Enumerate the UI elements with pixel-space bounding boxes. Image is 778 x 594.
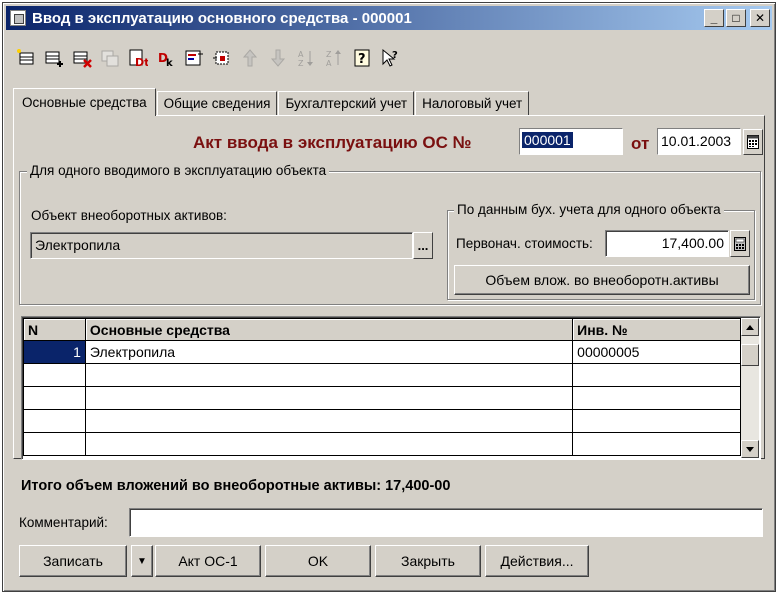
total-investments-text: Итого объем вложений во внеоборотные акт… <box>21 478 451 494</box>
object-group-legend: Для одного вводимого в эксплуатацию объе… <box>27 163 330 178</box>
calculator-icon <box>734 236 746 251</box>
tab-fixed-assets[interactable]: Основные средства <box>13 88 156 116</box>
move-up-icon[interactable] <box>237 45 263 71</box>
copy-row-icon[interactable] <box>97 45 123 71</box>
cell-inv[interactable] <box>572 386 741 410</box>
comment-field[interactable] <box>129 508 763 537</box>
accounting-group-legend: По данным бух. учета для одного объекта <box>454 202 724 217</box>
save-options-dropdown[interactable]: ▼ <box>131 545 153 577</box>
scroll-up-button[interactable] <box>741 318 759 336</box>
column-header-n[interactable]: N <box>23 318 86 341</box>
cell-asset[interactable] <box>84 409 574 433</box>
tab-tax-accounting[interactable]: Налоговый учет <box>415 91 530 115</box>
tab-accounting[interactable]: Бухгалтерский учет <box>278 91 415 115</box>
act-number-field[interactable]: 000001 <box>519 128 623 155</box>
cell-inv[interactable] <box>572 363 741 387</box>
cell-n[interactable]: 1 <box>23 340 86 364</box>
cell-asset[interactable] <box>84 386 574 410</box>
cell-asset[interactable]: Электропила <box>84 340 574 364</box>
table-row[interactable] <box>23 363 741 387</box>
document-icon <box>10 10 26 26</box>
calculator-button[interactable] <box>730 230 750 257</box>
debit-icon[interactable]: Dt <box>125 45 151 71</box>
tab-strip: Основные средства Общие сведения Бухгалт… <box>13 88 530 116</box>
svg-text:Z: Z <box>326 50 332 59</box>
initial-cost-label: Первонач. стоимость: <box>456 236 593 251</box>
cell-n[interactable] <box>23 409 86 433</box>
delete-row-icon[interactable] <box>69 45 95 71</box>
table-row[interactable] <box>23 432 741 456</box>
arrow-up-icon <box>746 324 754 330</box>
act-os1-button[interactable]: Акт ОС-1 <box>155 545 261 577</box>
toolbar: Dt Dk AZ ZA ? ? <box>13 43 403 73</box>
save-button[interactable]: Записать <box>19 545 127 577</box>
initial-cost-field[interactable]: 17,400.00 <box>605 230 729 257</box>
credit-icon[interactable]: Dk <box>153 45 179 71</box>
act-title: Акт ввода в эксплуатацию ОС № <box>193 133 472 152</box>
svg-text:?: ? <box>392 50 398 61</box>
svg-text:Z: Z <box>298 59 304 68</box>
document-window: Ввод в эксплуатацию основного средства -… <box>2 2 776 592</box>
add-row-icon[interactable] <box>41 45 67 71</box>
tab-general-info[interactable]: Общие сведения <box>156 91 278 115</box>
asset-field[interactable]: Электропила <box>30 232 413 259</box>
table-vertical-scrollbar[interactable] <box>741 318 759 458</box>
cell-inv[interactable]: 00000005 <box>572 340 741 364</box>
calendar-icon <box>747 135 759 149</box>
asset-select-button[interactable]: ... <box>413 232 433 259</box>
sort-descending-icon[interactable]: ZA <box>321 45 347 71</box>
column-header-inv[interactable]: Инв. № <box>572 318 741 341</box>
ok-button[interactable]: OK <box>265 545 371 577</box>
sort-ascending-icon[interactable]: AZ <box>293 45 319 71</box>
export-icon[interactable] <box>209 45 235 71</box>
cell-inv[interactable] <box>572 432 741 456</box>
scroll-thumb[interactable] <box>741 344 759 366</box>
maximize-button[interactable]: □ <box>726 9 746 27</box>
window-title: Ввод в эксплуатацию основного средства -… <box>32 9 412 27</box>
title-bar[interactable]: Ввод в эксплуатацию основного средства -… <box>6 6 772 30</box>
close-button[interactable]: Закрыть <box>375 545 481 577</box>
comment-label: Комментарий: <box>19 515 108 530</box>
actions-button[interactable]: Действия... <box>485 545 589 577</box>
cell-n[interactable] <box>23 363 86 387</box>
help-icon[interactable]: ? <box>349 45 375 71</box>
cell-asset[interactable] <box>84 432 574 456</box>
scroll-down-button[interactable] <box>741 440 759 458</box>
investments-volume-button[interactable]: Объем влож. во внеоборотн.активы <box>454 265 750 295</box>
cell-n[interactable] <box>23 432 86 456</box>
date-from-label: от <box>631 134 650 153</box>
cell-inv[interactable] <box>572 409 741 433</box>
table-row[interactable] <box>23 386 741 410</box>
minimize-button[interactable]: _ <box>704 9 724 27</box>
svg-text:k: k <box>166 58 173 68</box>
move-down-icon[interactable] <box>265 45 291 71</box>
asset-label: Объект внеоборотных активов: <box>31 208 227 223</box>
assets-grid: N Основные средства Инв. № 1 Электропила… <box>23 318 741 456</box>
act-number-value: 000001 <box>522 132 573 148</box>
new-row-icon[interactable] <box>13 45 39 71</box>
table-row[interactable]: 1 Электропила 00000005 <box>23 340 741 364</box>
calendar-button[interactable] <box>743 129 763 155</box>
table-header-row: N Основные средства Инв. № <box>23 318 741 341</box>
table-row[interactable] <box>23 409 741 433</box>
edit-icon[interactable] <box>181 45 207 71</box>
context-help-icon[interactable]: ? <box>377 45 403 71</box>
assets-table: N Основные средства Инв. № 1 Электропила… <box>21 316 761 460</box>
cell-n[interactable] <box>23 386 86 410</box>
svg-text:A: A <box>298 50 304 59</box>
svg-text:A: A <box>326 59 332 68</box>
act-date-field[interactable]: 10.01.2003 <box>657 128 741 155</box>
column-header-asset[interactable]: Основные средства <box>84 318 574 341</box>
svg-text:?: ? <box>358 52 366 67</box>
svg-text:Dt: Dt <box>135 56 148 68</box>
cell-asset[interactable] <box>84 363 574 387</box>
close-window-button[interactable]: ✕ <box>750 9 770 27</box>
arrow-down-icon <box>746 446 754 452</box>
